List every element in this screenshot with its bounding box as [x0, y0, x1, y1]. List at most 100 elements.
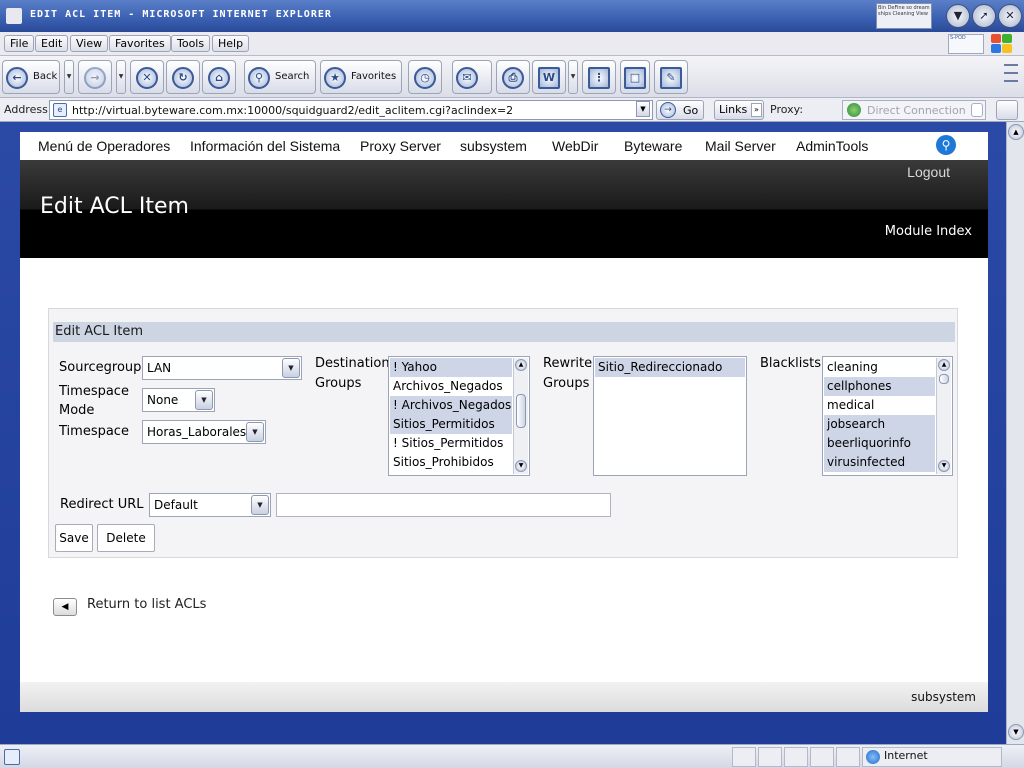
proxy-settings-icon[interactable]	[996, 100, 1018, 120]
delete-button[interactable]: Delete	[97, 524, 155, 552]
address-input[interactable]: e http://virtual.byteware.com.mx:10000/s…	[49, 100, 653, 120]
nav-informacion-sistema[interactable]: Información del Sistema	[190, 138, 340, 154]
forward-button[interactable]: →	[78, 60, 112, 94]
scroll-up-icon[interactable]: ▲	[1008, 124, 1024, 140]
blacklist-option[interactable]: jobsearch	[824, 415, 935, 434]
go-button[interactable]: → Go	[656, 100, 704, 120]
destination-option[interactable]: Sitios_Permitidos	[390, 415, 512, 434]
nav-byteware[interactable]: Byteware	[624, 138, 682, 154]
search-button[interactable]: ⚲ Search	[244, 60, 316, 94]
redirect-url-select[interactable]: Default ▼	[149, 493, 271, 517]
destination-option[interactable]: ! Archivos_Negados	[390, 396, 512, 415]
edit-word-button[interactable]: W	[532, 60, 566, 94]
rewrite-option[interactable]: Sitio_Redireccionado	[595, 358, 745, 377]
destination-scrollbar[interactable]: ▲ ▼	[513, 358, 528, 474]
blacklist-option[interactable]: beerliquorinfo	[824, 434, 935, 453]
blacklist-option[interactable]: medical	[824, 396, 935, 415]
scroll-down-icon[interactable]: ▼	[938, 460, 950, 472]
links-chevron-icon: »	[751, 103, 762, 117]
page-title: Edit ACL Item	[40, 194, 189, 219]
sourcegroup-select[interactable]: LAN ▼	[142, 356, 302, 380]
minimize-button[interactable]: ▼	[946, 4, 970, 28]
scroll-thumb[interactable]	[939, 374, 949, 384]
return-to-list-link[interactable]: Return to list ACLs	[87, 597, 206, 612]
module-index-link[interactable]: Module Index	[885, 224, 972, 239]
discuss-button[interactable]: ⋮	[582, 60, 616, 94]
scroll-up-icon[interactable]: ▲	[515, 359, 527, 371]
menu-help[interactable]: Help	[212, 35, 250, 52]
menu-bar: File Edit View Favorites Tools Help S-PO…	[0, 32, 1024, 56]
close-button[interactable]: ✕	[998, 4, 1022, 28]
back-button[interactable]: ← Back	[2, 60, 60, 94]
browser-viewport: Menú de Operadores Información del Siste…	[0, 122, 1006, 744]
menu-file[interactable]: File	[4, 35, 35, 52]
refresh-button[interactable]: ↻	[166, 60, 200, 94]
history-button[interactable]: ◷	[408, 60, 442, 94]
scroll-down-icon[interactable]: ▼	[1008, 724, 1024, 740]
globe-icon	[847, 103, 861, 117]
destination-option[interactable]: Archivos_Negados	[390, 377, 512, 396]
scroll-thumb[interactable]	[516, 394, 526, 428]
favorites-button[interactable]: ★ Favorites	[320, 60, 402, 94]
proxy-select[interactable]: Direct Connection	[842, 100, 986, 120]
go-label: Go	[683, 104, 699, 117]
back-arrow-icon[interactable]: ◀	[53, 598, 77, 616]
forward-arrow-icon: →	[84, 67, 106, 89]
menu-tools[interactable]: Tools	[171, 35, 211, 52]
destination-option[interactable]: Sitios_Prohibidos	[390, 453, 512, 472]
scroll-down-icon[interactable]: ▼	[515, 460, 527, 472]
links-label: Links	[719, 103, 748, 116]
status-cell	[732, 747, 756, 767]
logout-link[interactable]: Logout	[907, 164, 950, 180]
blacklists-scrollbar[interactable]: ▲ ▼	[936, 358, 951, 474]
search-icon[interactable]: ⚲	[936, 135, 956, 155]
destination-groups-listbox[interactable]: ! Yahoo Archivos_Negados ! Archivos_Nega…	[388, 356, 530, 476]
favorites-star-icon: ★	[324, 67, 346, 89]
blacklist-option[interactable]: cleaning	[824, 358, 935, 377]
destination-option[interactable]: ! Yahoo	[390, 358, 512, 377]
blacklist-option[interactable]: virusinfected	[824, 453, 935, 472]
address-dropdown[interactable]: ▼	[636, 101, 650, 117]
timespace-select[interactable]: Horas_Laborales ▼	[142, 420, 266, 444]
edit-acl-form: Edit ACL Item Sourcegroup LAN ▼ Timespac…	[48, 308, 958, 558]
back-label: Back	[33, 71, 58, 82]
menu-edit[interactable]: Edit	[35, 35, 69, 52]
save-button[interactable]: Save	[55, 524, 93, 552]
blacklist-option[interactable]: cellphones	[824, 377, 935, 396]
nav-mail-server[interactable]: Mail Server	[705, 138, 776, 154]
home-button[interactable]: ⌂	[202, 60, 236, 94]
destination-option[interactable]: ! Sitios_Permitidos	[390, 434, 512, 453]
print-button[interactable]: ⎙	[496, 60, 530, 94]
stop-button[interactable]: ✕	[130, 60, 164, 94]
proxy-value: Direct Connection	[867, 104, 966, 117]
search-icon: ⚲	[248, 67, 270, 89]
history-clock-icon: ◷	[414, 67, 436, 89]
discuss-icon: ⋮	[588, 67, 610, 89]
research-button[interactable]: ✎	[654, 60, 688, 94]
forward-dropdown[interactable]: ▼	[116, 60, 126, 94]
links-button[interactable]: Links »	[714, 100, 764, 120]
nav-webdir[interactable]: WebDir	[552, 138, 598, 154]
redirect-url-value: Default	[154, 498, 198, 512]
nav-proxy-server[interactable]: Proxy Server	[360, 138, 441, 154]
edit-dropdown[interactable]: ▼	[568, 60, 578, 94]
toolbar: ← Back ▼ → ▼ ✕ ↻ ⌂ ⚲ Search ★ Favorites …	[0, 56, 1024, 98]
page-icon: e	[53, 103, 67, 117]
mail-button[interactable]: ✉	[452, 60, 492, 94]
scroll-up-icon[interactable]: ▲	[938, 359, 950, 371]
rewrite-groups-listbox[interactable]: Sitio_Redireccionado	[593, 356, 747, 476]
timespace-mode-select[interactable]: None ▼	[142, 388, 215, 412]
back-dropdown[interactable]: ▼	[64, 60, 74, 94]
blacklists-listbox[interactable]: cleaning cellphones medical jobsearch be…	[822, 356, 953, 476]
menu-favorites[interactable]: Favorites	[109, 35, 171, 52]
nav-subsystem[interactable]: subsystem	[460, 138, 527, 154]
status-cell	[836, 747, 860, 767]
messenger-button[interactable]: □	[620, 60, 650, 94]
page-status-icon	[4, 749, 20, 765]
redirect-url-input[interactable]	[276, 493, 611, 517]
page-scrollbar[interactable]: ▲ ▼	[1006, 122, 1024, 744]
menu-view[interactable]: View	[70, 35, 109, 52]
maximize-button[interactable]: ➚	[972, 4, 996, 28]
nav-menu-operadores[interactable]: Menú de Operadores	[38, 138, 170, 154]
nav-admintools[interactable]: AdminTools	[796, 138, 868, 154]
